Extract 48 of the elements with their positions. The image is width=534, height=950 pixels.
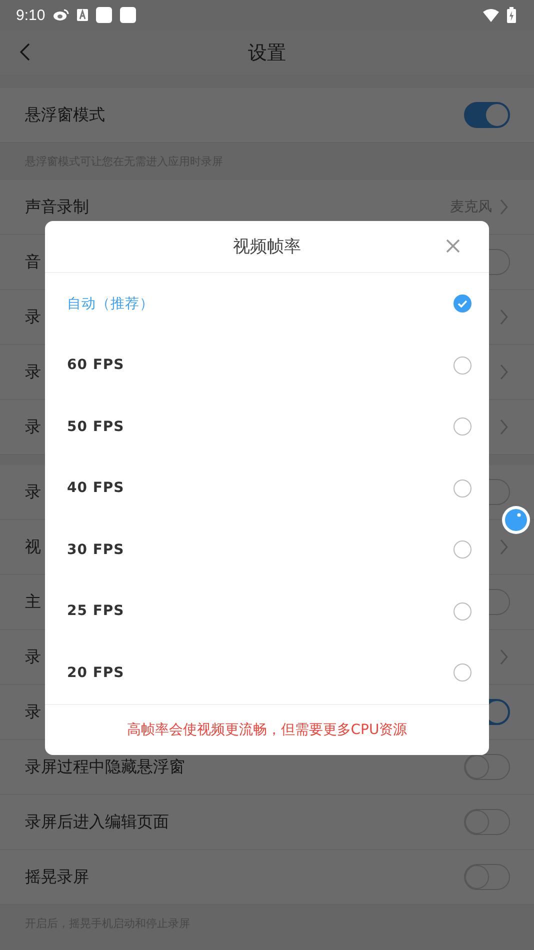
radio-button[interactable]	[453, 417, 472, 436]
radio-button[interactable]	[453, 478, 472, 498]
radio-button[interactable]	[453, 602, 472, 621]
setting-label: 录屏过程中隐藏悬浮窗	[25, 756, 185, 778]
chevron-icon[interactable]	[500, 649, 508, 665]
setting-label: 声音录制	[25, 196, 89, 218]
notification-icon	[120, 7, 136, 23]
setting-label: 悬浮窗模式	[25, 104, 105, 126]
radio-button[interactable]	[453, 540, 472, 560]
battery-icon	[507, 7, 516, 23]
toggle-switch[interactable]	[464, 102, 510, 128]
setting-label: 音	[25, 252, 41, 272]
notification-icon	[96, 7, 112, 23]
dialog-title: 视频帧率	[233, 236, 301, 258]
setting-label: 录	[25, 482, 41, 502]
chevron-icon[interactable]	[500, 364, 508, 380]
frame-rate-option[interactable]: 50 FPS	[67, 418, 124, 435]
frame-rate-option[interactable]: 60 FPS	[67, 357, 124, 374]
frame-rate-option[interactable]: 30 FPS	[67, 542, 124, 558]
wifi-icon	[483, 8, 499, 22]
status-time: 9:10	[16, 6, 46, 24]
setting-label: 录屏后进入编辑页面	[25, 812, 169, 832]
setting-label: 摇晃录屏	[25, 866, 89, 888]
back-icon[interactable]	[20, 43, 30, 61]
check-icon[interactable]	[453, 294, 472, 314]
weibo-icon	[53, 9, 70, 21]
setting-label: 录	[25, 416, 41, 438]
page-title: 设置	[248, 40, 286, 66]
floating-record-button[interactable]	[501, 505, 531, 535]
setting-label: 录	[25, 362, 41, 382]
setting-label: 录	[25, 306, 41, 328]
frame-rate-option[interactable]: 25 FPS	[67, 603, 124, 620]
setting-label: 视	[25, 536, 41, 558]
frame-rate-option[interactable]: 40 FPS	[67, 480, 124, 496]
chevron-icon[interactable]	[500, 419, 508, 435]
chevron-icon[interactable]	[500, 199, 508, 215]
setting-label: 录	[25, 646, 41, 668]
dialog-note: 高帧率会使视频更流畅，但需要更多CPU资源	[126, 720, 408, 739]
close-icon[interactable]	[446, 239, 460, 253]
toggle-switch[interactable]	[464, 754, 510, 780]
chevron-icon[interactable]	[500, 539, 508, 555]
app-icon	[77, 9, 88, 21]
radio-button[interactable]	[453, 356, 472, 375]
chevron-icon[interactable]	[500, 309, 508, 325]
setting-label: 主	[25, 592, 41, 612]
setting-label: 录	[25, 702, 41, 722]
radio-button[interactable]	[453, 663, 472, 682]
frame-rate-option[interactable]: 20 FPS	[67, 664, 124, 681]
